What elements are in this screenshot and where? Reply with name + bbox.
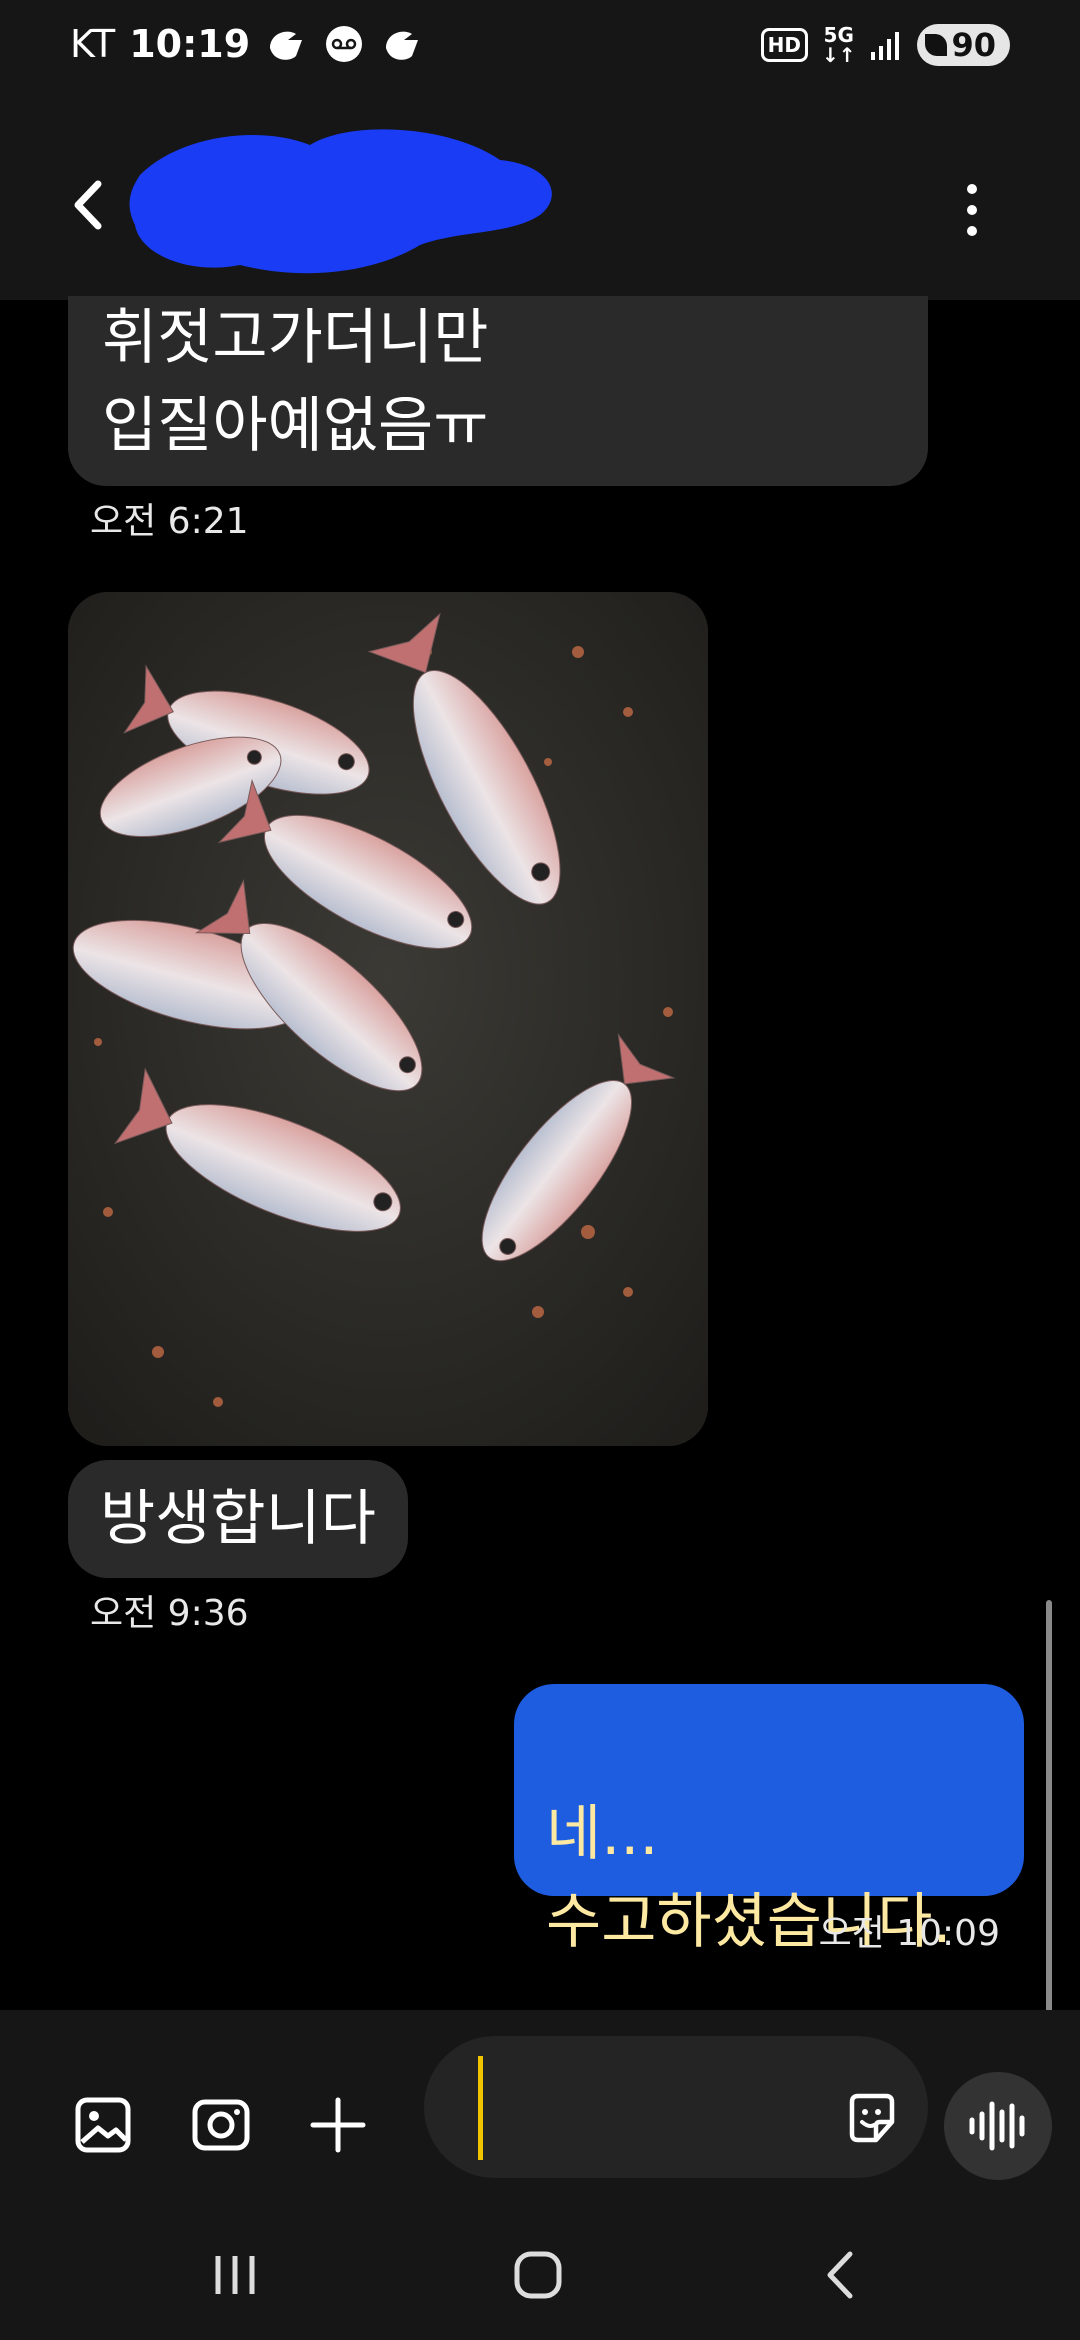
message-timestamp: 오전 9:36 [90,1593,249,1634]
incoming-message-bubble[interactable]: 방생합니다 [68,1460,408,1578]
attach-plus-button[interactable] [303,2090,373,2160]
message-timestamp: 오전 10:09 [818,1913,1000,1954]
power-saving-icon [925,34,948,56]
notification-icon [386,31,419,60]
text-cursor [478,2056,483,2160]
voice-record-button[interactable] [944,2072,1052,2180]
signal-icon [871,32,900,60]
status-bar: KT 10:19 HD 5G ↓↑ 90 [0,0,1080,100]
notification-icon [270,31,303,60]
voice-wave-icon [969,2101,1025,2151]
carrier-label: KT [70,22,116,66]
clock: 10:19 [129,22,251,66]
more-options-button[interactable] [950,175,994,245]
status-right: HD 5G ↓↑ 90 [760,23,1010,67]
gallery-button[interactable] [68,2090,138,2160]
outgoing-message-bubble[interactable]: 네... 수고하셨습니다. [514,1684,1024,1957]
back-button[interactable] [62,170,122,240]
sticker-button[interactable] [842,2088,902,2148]
camera-button[interactable] [186,2090,256,2160]
status-left: KT 10:19 [70,22,424,66]
redacted-contact-name [129,129,552,274]
nav-back-button[interactable] [806,2240,876,2310]
hd-voice-badge: HD [760,28,808,62]
incoming-message-bubble[interactable]: 휘젓고가더니만 입질아예없음ㅠ [68,296,928,486]
scrollbar[interactable] [1046,1600,1052,2020]
image-message[interactable] [68,592,708,1446]
home-button[interactable] [503,2240,573,2310]
fish-photo [68,592,708,1446]
message-text: 방생합니다 [100,1484,376,1554]
battery-level: 90 [951,26,996,64]
network-type: 5G ↓↑ [821,23,856,67]
recent-apps-button[interactable] [200,2240,270,2310]
message-timestamp: 오전 6:21 [90,501,249,542]
message-text: 휘젓고가더니만 입질아예없음ㅠ [102,303,489,461]
battery-indicator: 90 [917,24,1010,66]
voicemail-icon [326,26,363,62]
